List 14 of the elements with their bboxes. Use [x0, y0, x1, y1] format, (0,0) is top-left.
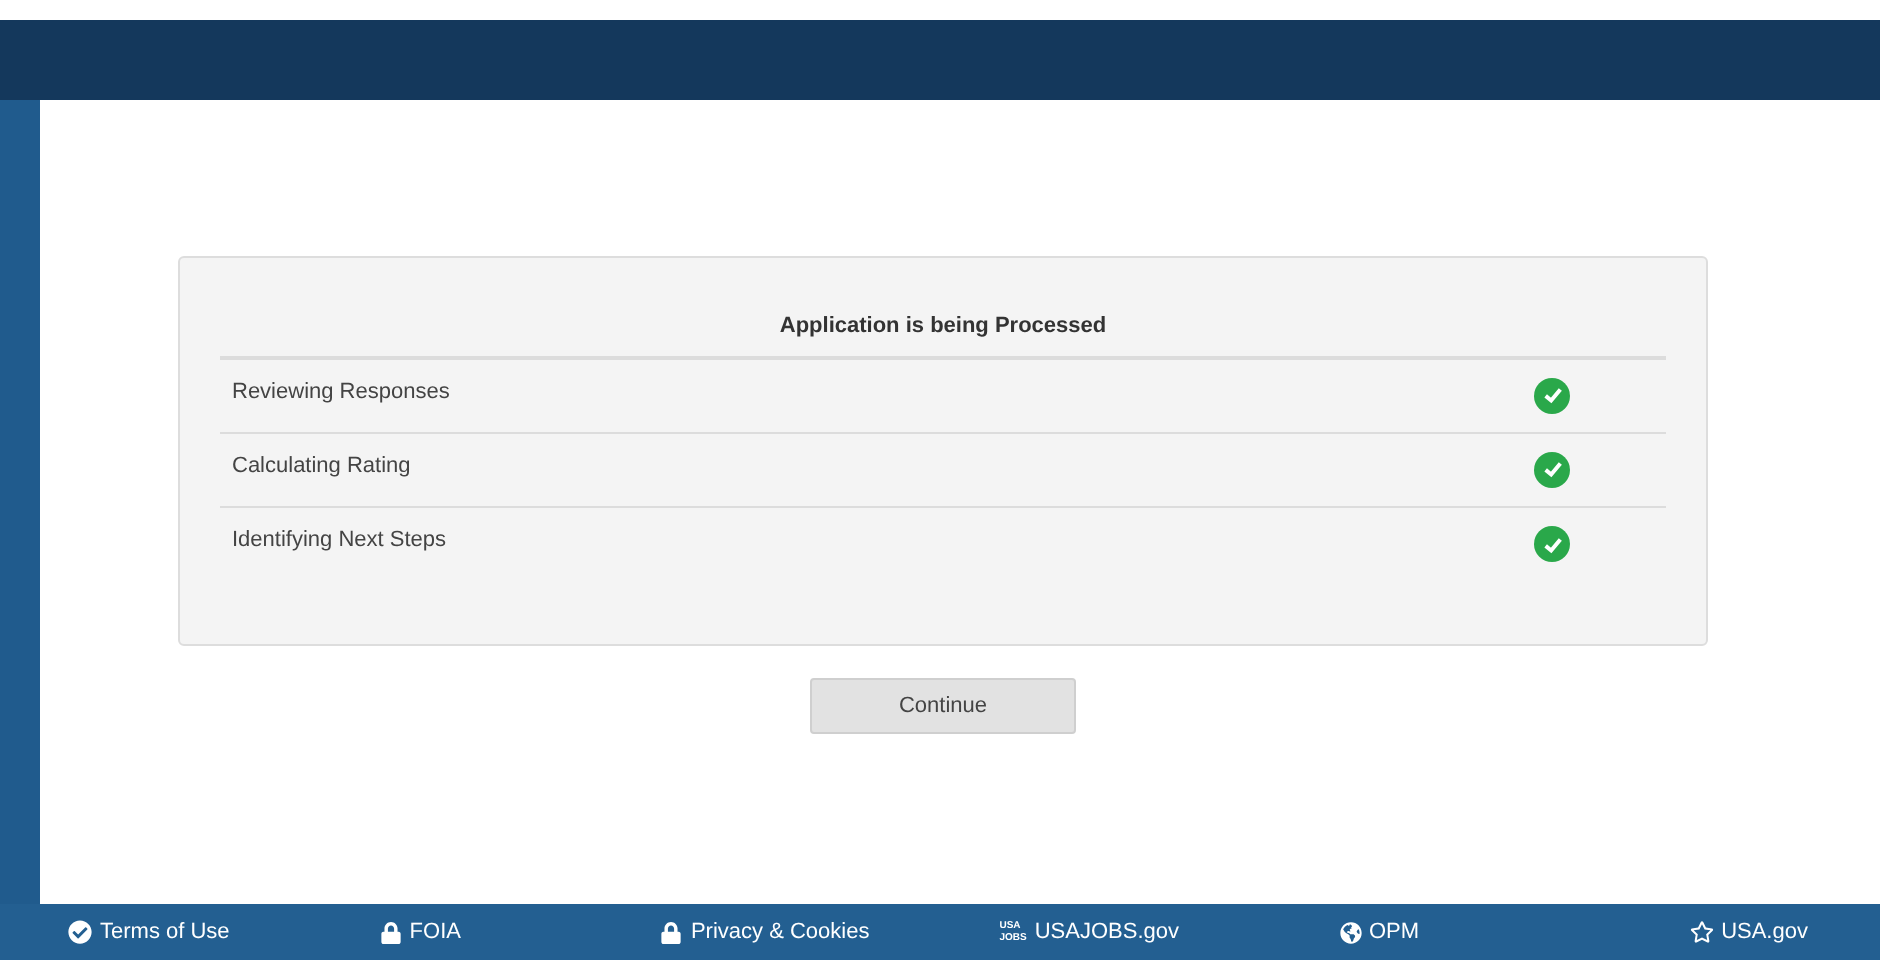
lock-icon — [379, 921, 402, 943]
footer-link[interactable]: Terms of Use — [68, 915, 230, 949]
continue-button[interactable]: Continue — [810, 678, 1076, 734]
footer-link[interactable]: OPM — [1339, 915, 1420, 949]
footer-link[interactable]: Privacy & Cookies — [660, 915, 870, 949]
step-label: Calculating Rating — [232, 451, 411, 481]
star-icon — [1689, 920, 1714, 944]
card-title: Application is being Processed — [220, 310, 1666, 359]
footer-link[interactable]: USA.gov — [1689, 915, 1808, 949]
step-label: Identifying Next Steps — [232, 525, 447, 555]
footer-link[interactable]: FOIA — [379, 915, 461, 949]
lock-icon — [660, 921, 683, 943]
step-label: Reviewing Responses — [232, 377, 450, 407]
globe-icon — [1339, 921, 1361, 943]
